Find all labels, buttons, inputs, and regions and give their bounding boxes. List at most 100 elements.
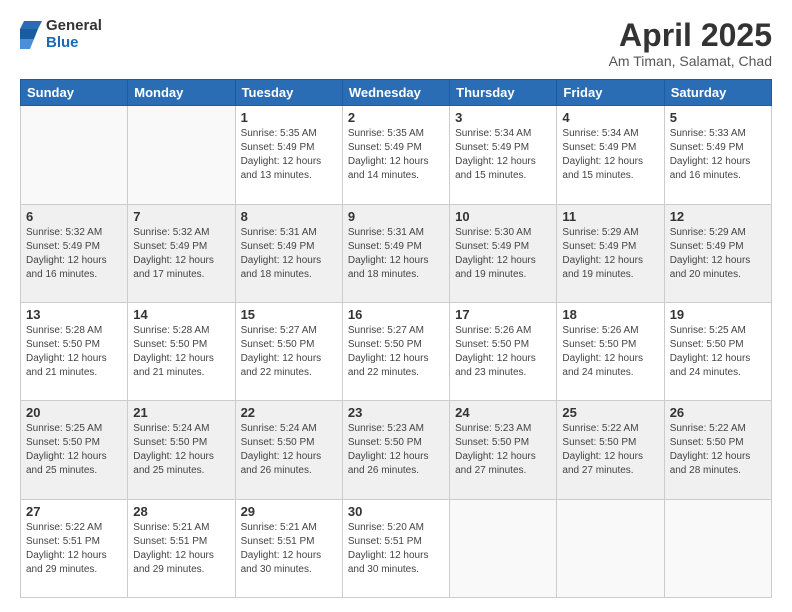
day-detail: Sunrise: 5:28 AMSunset: 5:50 PMDaylight:… bbox=[133, 325, 214, 378]
table-row: 4 Sunrise: 5:34 AMSunset: 5:49 PMDayligh… bbox=[557, 106, 664, 204]
day-number: 14 bbox=[133, 307, 229, 322]
table-row: 2 Sunrise: 5:35 AMSunset: 5:49 PMDayligh… bbox=[342, 106, 449, 204]
table-row: 8 Sunrise: 5:31 AMSunset: 5:49 PMDayligh… bbox=[235, 204, 342, 302]
day-number: 18 bbox=[562, 307, 658, 322]
day-detail: Sunrise: 5:30 AMSunset: 5:49 PMDaylight:… bbox=[455, 227, 536, 280]
day-number: 19 bbox=[670, 307, 766, 322]
logo-blue: Blue bbox=[46, 35, 102, 52]
day-detail: Sunrise: 5:32 AMSunset: 5:49 PMDaylight:… bbox=[26, 227, 107, 280]
logo-text: General Blue bbox=[46, 18, 102, 51]
table-row: 24 Sunrise: 5:23 AMSunset: 5:50 PMDaylig… bbox=[450, 401, 557, 499]
day-number: 30 bbox=[348, 504, 444, 519]
table-row: 11 Sunrise: 5:29 AMSunset: 5:49 PMDaylig… bbox=[557, 204, 664, 302]
day-number: 7 bbox=[133, 209, 229, 224]
table-row: 5 Sunrise: 5:33 AMSunset: 5:49 PMDayligh… bbox=[664, 106, 771, 204]
calendar-week-row: 27 Sunrise: 5:22 AMSunset: 5:51 PMDaylig… bbox=[21, 499, 772, 597]
col-wednesday: Wednesday bbox=[342, 80, 449, 106]
day-number: 21 bbox=[133, 405, 229, 420]
calendar-week-row: 6 Sunrise: 5:32 AMSunset: 5:49 PMDayligh… bbox=[21, 204, 772, 302]
day-number: 12 bbox=[670, 209, 766, 224]
table-row bbox=[128, 106, 235, 204]
day-number: 25 bbox=[562, 405, 658, 420]
table-row: 26 Sunrise: 5:22 AMSunset: 5:50 PMDaylig… bbox=[664, 401, 771, 499]
calendar-week-row: 1 Sunrise: 5:35 AMSunset: 5:49 PMDayligh… bbox=[21, 106, 772, 204]
day-number: 10 bbox=[455, 209, 551, 224]
day-detail: Sunrise: 5:22 AMSunset: 5:50 PMDaylight:… bbox=[562, 423, 643, 476]
day-detail: Sunrise: 5:26 AMSunset: 5:50 PMDaylight:… bbox=[455, 325, 536, 378]
day-number: 4 bbox=[562, 110, 658, 125]
table-row: 13 Sunrise: 5:28 AMSunset: 5:50 PMDaylig… bbox=[21, 302, 128, 400]
day-detail: Sunrise: 5:23 AMSunset: 5:50 PMDaylight:… bbox=[348, 423, 429, 476]
logo-general: General bbox=[46, 18, 102, 35]
table-row bbox=[450, 499, 557, 597]
day-number: 22 bbox=[241, 405, 337, 420]
calendar-body: 1 Sunrise: 5:35 AMSunset: 5:49 PMDayligh… bbox=[21, 106, 772, 598]
header: General Blue April 2025 Am Timan, Salama… bbox=[20, 18, 772, 69]
day-number: 2 bbox=[348, 110, 444, 125]
day-detail: Sunrise: 5:35 AMSunset: 5:49 PMDaylight:… bbox=[241, 128, 322, 181]
table-row: 15 Sunrise: 5:27 AMSunset: 5:50 PMDaylig… bbox=[235, 302, 342, 400]
day-number: 24 bbox=[455, 405, 551, 420]
calendar-header-row: Sunday Monday Tuesday Wednesday Thursday… bbox=[21, 80, 772, 106]
table-row: 27 Sunrise: 5:22 AMSunset: 5:51 PMDaylig… bbox=[21, 499, 128, 597]
table-row: 16 Sunrise: 5:27 AMSunset: 5:50 PMDaylig… bbox=[342, 302, 449, 400]
table-row: 19 Sunrise: 5:25 AMSunset: 5:50 PMDaylig… bbox=[664, 302, 771, 400]
col-tuesday: Tuesday bbox=[235, 80, 342, 106]
day-detail: Sunrise: 5:21 AMSunset: 5:51 PMDaylight:… bbox=[241, 522, 322, 575]
calendar-week-row: 13 Sunrise: 5:28 AMSunset: 5:50 PMDaylig… bbox=[21, 302, 772, 400]
logo: General Blue bbox=[20, 18, 102, 51]
col-thursday: Thursday bbox=[450, 80, 557, 106]
main-title: April 2025 bbox=[609, 18, 772, 53]
day-detail: Sunrise: 5:25 AMSunset: 5:50 PMDaylight:… bbox=[26, 423, 107, 476]
table-row: 1 Sunrise: 5:35 AMSunset: 5:49 PMDayligh… bbox=[235, 106, 342, 204]
title-block: April 2025 Am Timan, Salamat, Chad bbox=[609, 18, 772, 69]
day-number: 23 bbox=[348, 405, 444, 420]
table-row: 10 Sunrise: 5:30 AMSunset: 5:49 PMDaylig… bbox=[450, 204, 557, 302]
day-detail: Sunrise: 5:32 AMSunset: 5:49 PMDaylight:… bbox=[133, 227, 214, 280]
day-number: 5 bbox=[670, 110, 766, 125]
table-row: 21 Sunrise: 5:24 AMSunset: 5:50 PMDaylig… bbox=[128, 401, 235, 499]
col-sunday: Sunday bbox=[21, 80, 128, 106]
day-detail: Sunrise: 5:34 AMSunset: 5:49 PMDaylight:… bbox=[455, 128, 536, 181]
table-row: 28 Sunrise: 5:21 AMSunset: 5:51 PMDaylig… bbox=[128, 499, 235, 597]
day-number: 27 bbox=[26, 504, 122, 519]
day-number: 8 bbox=[241, 209, 337, 224]
day-detail: Sunrise: 5:22 AMSunset: 5:51 PMDaylight:… bbox=[26, 522, 107, 575]
table-row: 6 Sunrise: 5:32 AMSunset: 5:49 PMDayligh… bbox=[21, 204, 128, 302]
subtitle: Am Timan, Salamat, Chad bbox=[609, 53, 772, 69]
day-detail: Sunrise: 5:29 AMSunset: 5:49 PMDaylight:… bbox=[562, 227, 643, 280]
table-row: 9 Sunrise: 5:31 AMSunset: 5:49 PMDayligh… bbox=[342, 204, 449, 302]
day-number: 11 bbox=[562, 209, 658, 224]
day-detail: Sunrise: 5:25 AMSunset: 5:50 PMDaylight:… bbox=[670, 325, 751, 378]
day-number: 17 bbox=[455, 307, 551, 322]
day-number: 16 bbox=[348, 307, 444, 322]
day-detail: Sunrise: 5:33 AMSunset: 5:49 PMDaylight:… bbox=[670, 128, 751, 181]
day-number: 26 bbox=[670, 405, 766, 420]
table-row: 29 Sunrise: 5:21 AMSunset: 5:51 PMDaylig… bbox=[235, 499, 342, 597]
day-number: 9 bbox=[348, 209, 444, 224]
day-detail: Sunrise: 5:24 AMSunset: 5:50 PMDaylight:… bbox=[133, 423, 214, 476]
table-row: 12 Sunrise: 5:29 AMSunset: 5:49 PMDaylig… bbox=[664, 204, 771, 302]
col-monday: Monday bbox=[128, 80, 235, 106]
table-row bbox=[21, 106, 128, 204]
col-friday: Friday bbox=[557, 80, 664, 106]
day-detail: Sunrise: 5:23 AMSunset: 5:50 PMDaylight:… bbox=[455, 423, 536, 476]
day-detail: Sunrise: 5:26 AMSunset: 5:50 PMDaylight:… bbox=[562, 325, 643, 378]
day-detail: Sunrise: 5:29 AMSunset: 5:49 PMDaylight:… bbox=[670, 227, 751, 280]
logo-icon bbox=[20, 21, 42, 49]
col-saturday: Saturday bbox=[664, 80, 771, 106]
day-number: 1 bbox=[241, 110, 337, 125]
table-row: 30 Sunrise: 5:20 AMSunset: 5:51 PMDaylig… bbox=[342, 499, 449, 597]
table-row: 14 Sunrise: 5:28 AMSunset: 5:50 PMDaylig… bbox=[128, 302, 235, 400]
table-row: 23 Sunrise: 5:23 AMSunset: 5:50 PMDaylig… bbox=[342, 401, 449, 499]
day-detail: Sunrise: 5:27 AMSunset: 5:50 PMDaylight:… bbox=[241, 325, 322, 378]
table-row: 17 Sunrise: 5:26 AMSunset: 5:50 PMDaylig… bbox=[450, 302, 557, 400]
day-detail: Sunrise: 5:24 AMSunset: 5:50 PMDaylight:… bbox=[241, 423, 322, 476]
table-row: 7 Sunrise: 5:32 AMSunset: 5:49 PMDayligh… bbox=[128, 204, 235, 302]
day-detail: Sunrise: 5:27 AMSunset: 5:50 PMDaylight:… bbox=[348, 325, 429, 378]
page: General Blue April 2025 Am Timan, Salama… bbox=[0, 0, 792, 612]
table-row: 20 Sunrise: 5:25 AMSunset: 5:50 PMDaylig… bbox=[21, 401, 128, 499]
day-detail: Sunrise: 5:28 AMSunset: 5:50 PMDaylight:… bbox=[26, 325, 107, 378]
day-number: 20 bbox=[26, 405, 122, 420]
table-row: 25 Sunrise: 5:22 AMSunset: 5:50 PMDaylig… bbox=[557, 401, 664, 499]
